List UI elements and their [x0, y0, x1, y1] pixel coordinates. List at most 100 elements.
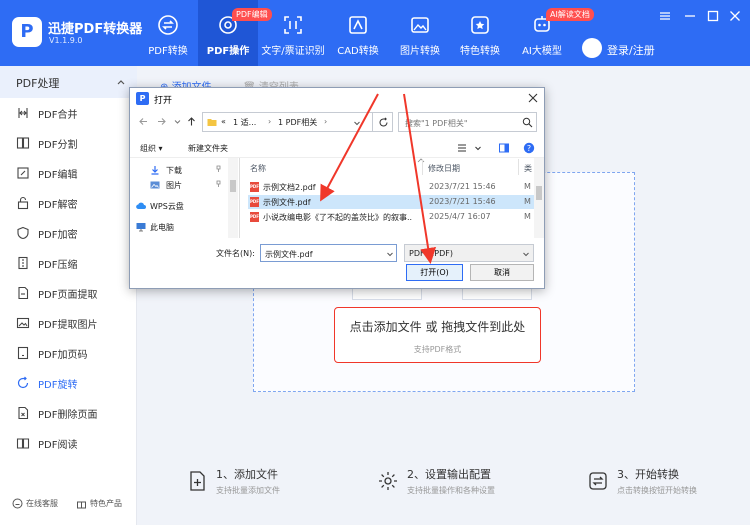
scrollbar-thumb[interactable]: [536, 186, 542, 200]
online-service-link[interactable]: 在线客服: [12, 498, 58, 509]
up-arrow-icon[interactable]: [186, 116, 197, 127]
open-button[interactable]: 打开(O): [406, 264, 463, 281]
maximize-icon[interactable]: [706, 9, 720, 23]
minimize-icon[interactable]: [683, 9, 697, 23]
image-icon: [411, 17, 429, 33]
back-arrow-icon[interactable]: [138, 116, 149, 127]
nav-label: AI大模型: [522, 46, 562, 57]
pdf-file-icon: PDF: [250, 182, 259, 192]
command-bar: 组织 ▾ 新建文件夹 ?: [130, 138, 544, 158]
help-icon[interactable]: ?: [523, 142, 535, 154]
pin-icon[interactable]: [215, 165, 222, 172]
file-type: M: [524, 212, 531, 221]
step-subtitle: 支持批量操作和各种设置: [407, 486, 495, 495]
column-type[interactable]: 类: [524, 163, 532, 174]
nav-pane-label: 下载: [166, 166, 182, 175]
new-folder-button[interactable]: 新建文件夹: [188, 143, 228, 154]
search-placeholder: 搜索"1 PDF相关": [405, 119, 468, 128]
address-bar[interactable]: « 1 适... › 1 PDF相关 ›: [202, 112, 393, 132]
file-date: 2023/7/21 15:46: [429, 182, 496, 191]
file-list-scrollbar[interactable]: [534, 158, 544, 238]
avatar[interactable]: [582, 38, 602, 58]
sidebar-item-compress[interactable]: PDF压缩: [0, 248, 137, 278]
sidebar-item-split[interactable]: PDF分割: [0, 128, 137, 158]
sidebar-item-merge[interactable]: PDF合并: [0, 98, 137, 128]
open-file-dialog: P 打开 « 1 适... › 1 PDF相关 › 搜索"1 PDF相关" 组织…: [129, 87, 545, 289]
filename-input[interactable]: 示例文件.pdf: [260, 244, 397, 262]
svg-text:?: ?: [527, 144, 531, 153]
nav-label: 特色转换: [460, 46, 500, 57]
search-input[interactable]: 搜索"1 PDF相关": [398, 112, 537, 132]
nav-image[interactable]: 图片转换: [392, 0, 448, 66]
sidebar-item-extract-pages[interactable]: PDF页面提取: [0, 278, 137, 308]
sidebar-title: PDF处理: [16, 77, 60, 90]
chevron-down-icon[interactable]: [386, 250, 394, 258]
nav-label: CAD转换: [337, 46, 379, 57]
nav-label: 图片转换: [400, 46, 440, 57]
login-link[interactable]: 登录/注册: [607, 42, 655, 58]
sidebar-item-read[interactable]: PDF阅读: [0, 428, 137, 458]
drop-hint-box[interactable]: 点击添加文件 或 拖拽文件到此处 支持PDF格式: [334, 307, 541, 363]
sidebar-item-label: PDF压缩: [38, 260, 78, 271]
star-box-icon: [471, 16, 489, 34]
unlock-icon: [17, 196, 29, 210]
preview-pane-icon[interactable]: [498, 142, 510, 154]
edit-icon: [17, 167, 29, 179]
rotate-icon: [17, 376, 29, 389]
drop-subtitle: 支持PDF格式: [413, 345, 462, 354]
sidebar-item-label: PDF合并: [38, 110, 78, 121]
close-icon[interactable]: [527, 92, 539, 104]
filetype-select[interactable]: PDF(*.PDF): [404, 244, 534, 262]
filetype-value: PDF(*.PDF): [409, 249, 453, 258]
sidebar-item-label: PDF提取图片: [38, 320, 98, 331]
nav-special[interactable]: 特色转换: [452, 0, 508, 66]
nav-pdf-convert[interactable]: PDF转换: [140, 0, 196, 66]
page-extract-icon: [18, 286, 29, 300]
sidebar-item-encrypt[interactable]: PDF加密: [0, 218, 137, 248]
nav-pane-label: 此电脑: [150, 223, 174, 232]
featured-products-label: 特色产品: [90, 499, 122, 508]
sort-arrow-icon: [417, 158, 425, 163]
file-row-selected[interactable]: PDF 示例文件.pdf 2023/7/21 15:46 M: [248, 195, 534, 209]
featured-products-link[interactable]: 特色产品: [76, 498, 122, 509]
nav-pane-this-pc[interactable]: 此电脑: [130, 219, 230, 235]
nav-ocr[interactable]: 文字/票证识别: [260, 0, 326, 66]
pin-icon[interactable]: [215, 180, 222, 187]
breadcrumb-part1[interactable]: 1 适...: [233, 117, 256, 128]
sidebar-item-edit[interactable]: PDF编辑: [0, 158, 137, 188]
chevron-down-icon[interactable]: [353, 119, 361, 127]
nav-pane-scrollbar[interactable]: [228, 158, 238, 238]
close-icon[interactable]: [728, 9, 742, 23]
sidebar-item-extract-images[interactable]: PDF提取图片: [0, 308, 137, 338]
merge-icon: [18, 108, 28, 118]
sidebar-header[interactable]: PDF处理: [0, 66, 137, 98]
split-icon: [16, 137, 30, 149]
column-date[interactable]: 修改日期: [428, 163, 460, 174]
breadcrumb-part2[interactable]: 1 PDF相关: [278, 117, 317, 128]
folder-icon: [207, 119, 217, 126]
file-row[interactable]: PDF 小说改编电影《了不起的盖茨比》的叙事... 2025/4/7 16:07…: [248, 210, 534, 224]
chevron-down-icon[interactable]: [172, 116, 183, 127]
chevron-down-icon[interactable]: [472, 142, 484, 154]
organize-menu[interactable]: 组织 ▾: [140, 143, 163, 154]
drop-title: 点击添加文件 或 拖拽文件到此处: [349, 320, 526, 334]
view-menu-icon[interactable]: [456, 142, 468, 154]
forward-arrow-icon[interactable]: [156, 116, 167, 127]
nav-pane-downloads[interactable]: 下载: [130, 162, 230, 178]
sidebar-item-delete-pages[interactable]: PDF删除页面: [0, 398, 137, 428]
sidebar-item-page-number[interactable]: PDF加页码: [0, 338, 137, 368]
nav-cad[interactable]: CAD转换: [330, 0, 386, 66]
menu-icon[interactable]: [658, 9, 672, 23]
refresh-button[interactable]: [372, 112, 393, 132]
sidebar-item-rotate[interactable]: PDF旋转: [0, 368, 137, 398]
column-name[interactable]: 名称: [250, 163, 266, 174]
dialog-titlebar[interactable]: P 打开: [130, 88, 544, 110]
file-row[interactable]: PDF 示例文档2.pdf 2023/7/21 15:46 M: [248, 180, 534, 194]
scrollbar-thumb[interactable]: [230, 180, 236, 192]
nav-pane-wps-cloud[interactable]: WPS云盘: [130, 198, 230, 214]
sidebar-item-decrypt[interactable]: PDF解密: [0, 188, 137, 218]
cancel-button[interactable]: 取消: [470, 264, 534, 281]
breadcrumb-root[interactable]: «: [221, 117, 226, 126]
nav-pane-pictures[interactable]: 图片: [130, 177, 230, 193]
filename-label: 文件名(N):: [216, 249, 255, 258]
